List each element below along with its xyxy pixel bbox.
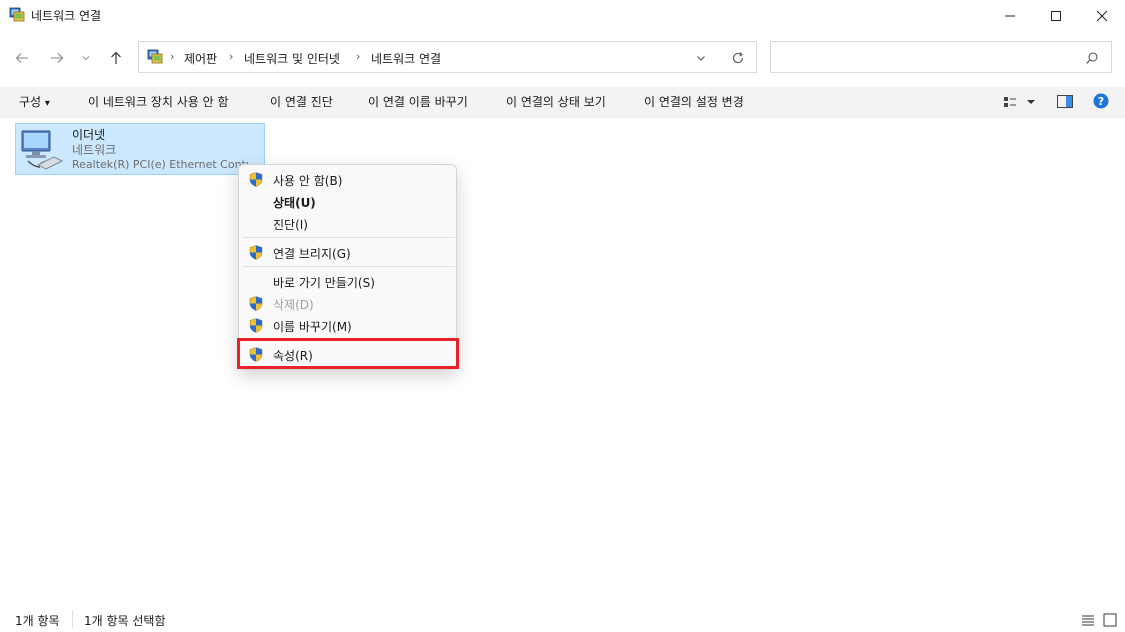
menu-item-disable[interactable]: 사용 안 함(B) [243,168,452,190]
disable-device-button[interactable]: 이 네트워크 장치 사용 안 함 [88,93,229,110]
svg-text:?: ? [1098,95,1104,108]
menu-separator [242,266,455,267]
address-dropdown-icon[interactable] [696,53,706,63]
menu-label: 사용 안 함(B) [273,174,343,188]
ethernet-adapter-icon [21,130,64,170]
menu-item-diagnose[interactable]: 진단(I) [243,212,452,234]
back-button[interactable] [10,46,34,70]
rename-button[interactable]: 이 연결 이름 바꾸기 [368,93,468,110]
diagnose-button[interactable]: 이 연결 진단 [270,93,333,110]
large-icons-view-icon[interactable] [1103,613,1117,627]
maximize-icon [1051,11,1061,21]
preview-pane-icon[interactable] [1057,95,1073,109]
minimize-icon [1005,15,1015,17]
close-button[interactable] [1079,0,1125,32]
arrow-right-icon [51,53,64,63]
refresh-icon[interactable] [731,51,745,65]
menu-label: 진단(I) [273,218,308,232]
uac-shield-icon [249,318,263,333]
breadcrumb-separator[interactable]: › [170,50,174,63]
chevron-down-icon [82,56,90,61]
organize-label: 구성 [19,95,42,109]
organize-button[interactable]: 구성 ▾ [19,93,50,110]
view-options-icon[interactable] [1003,95,1017,109]
address-bar[interactable]: › 제어판 › 네트워크 및 인터넷 › 네트워크 연결 [138,41,757,73]
item-device-name: Realtek(R) PCI(e) Ethernet Contro [72,158,248,171]
breadcrumb-control-panel[interactable]: 제어판 [184,50,217,67]
search-icon[interactable] [1085,51,1099,65]
item-type: 네트워크 [72,143,117,157]
menu-separator [242,237,455,238]
ethernet-connection-item[interactable]: 이더넷 네트워크 Realtek(R) PCI(e) Ethernet Cont… [15,123,265,175]
control-panel-icon [147,49,163,64]
command-bar: 구성 ▾ 이 네트워크 장치 사용 안 함 이 연결 진단 이 연결 이름 바꾸… [0,87,1125,118]
maximize-button[interactable] [1033,0,1079,32]
menu-label: 삭제(D) [273,298,314,312]
window-title: 네트워크 연결 [31,9,102,23]
menu-label: 바로 가기 만들기(S) [273,276,375,290]
breadcrumb-separator[interactable]: › [229,50,233,63]
forward-button[interactable] [45,46,69,70]
view-status-button[interactable]: 이 연결의 상태 보기 [506,93,606,110]
help-icon[interactable]: ? [1093,93,1109,109]
menu-label: 연결 브리지(G) [273,247,351,261]
arrow-up-icon [111,51,121,64]
menu-item-rename[interactable]: 이름 바꾸기(M) [243,314,452,336]
status-separator [72,610,73,628]
change-settings-button[interactable]: 이 연결의 설정 변경 [644,93,744,110]
menu-item-status[interactable]: 상태(U) [243,190,452,212]
breadcrumb-network-internet[interactable]: 네트워크 및 인터넷 [244,50,340,67]
up-button[interactable] [104,46,128,70]
details-view-icon[interactable] [1081,614,1095,626]
caret-down-icon: ▾ [44,98,50,109]
menu-item-bridge[interactable]: 연결 브리지(G) [243,241,452,263]
menu-item-delete: 삭제(D) [243,292,452,314]
recent-locations-button[interactable] [76,46,96,70]
title-bar: 네트워크 연결 [0,0,1125,32]
uac-shield-icon [249,296,263,311]
menu-item-create-shortcut[interactable]: 바로 가기 만들기(S) [243,270,452,292]
uac-shield-icon [249,245,263,260]
breadcrumb-separator[interactable]: › [356,50,360,63]
minimize-button[interactable] [987,0,1033,32]
arrow-left-icon [15,53,28,63]
breadcrumb-network-connections[interactable]: 네트워크 연결 [371,50,441,67]
uac-shield-icon [249,172,263,187]
network-connections-app-icon [9,7,25,22]
view-dropdown-icon[interactable] [1026,97,1036,107]
menu-label: 상태(U) [273,196,316,210]
properties-highlight-box [237,338,459,369]
close-icon [1096,10,1108,22]
search-box[interactable] [770,41,1112,73]
menu-label: 이름 바꾸기(M) [273,320,352,334]
status-item-count: 1개 항목 [15,614,60,628]
status-selected-count: 1개 항목 선택함 [84,614,166,628]
